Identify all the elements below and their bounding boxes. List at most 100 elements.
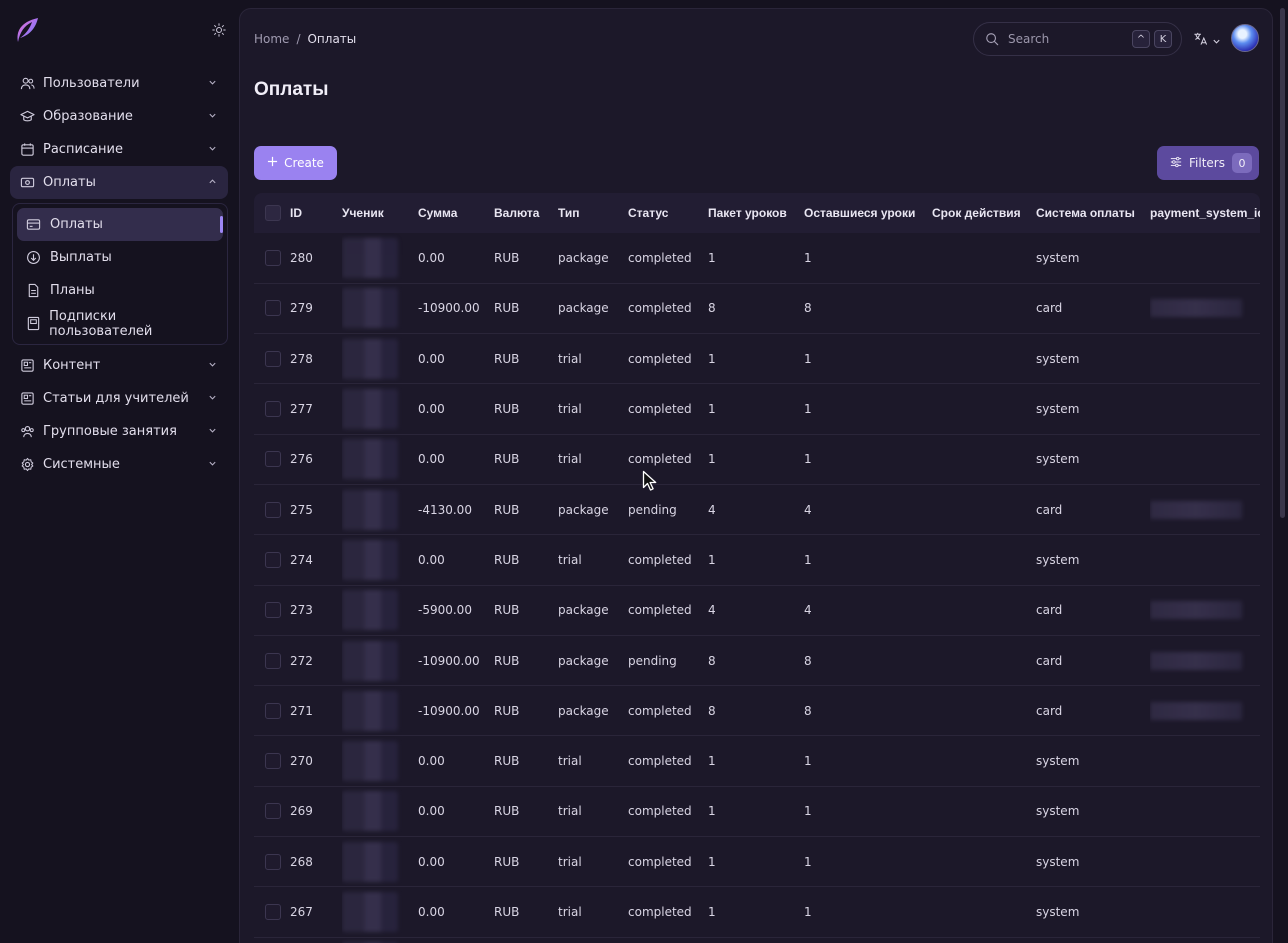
newspaper-icon <box>20 391 36 407</box>
cell-status: completed <box>628 804 692 819</box>
row-checkbox[interactable] <box>265 753 281 770</box>
table-row[interactable]: 276 0.00 RUB trial completed 1 1 system <box>254 434 1260 485</box>
language-switcher[interactable] <box>1193 31 1221 50</box>
cell-remaining: 1 <box>804 452 812 467</box>
table-row[interactable]: 267 0.00 RUB trial completed 1 1 system <box>254 887 1260 938</box>
table-row[interactable]: 271 -10900.00 RUB package completed 8 8 card <box>254 686 1260 736</box>
cell-status: completed <box>628 905 692 919</box>
sidebar-item-system[interactable]: Системные <box>10 448 228 481</box>
row-checkbox[interactable] <box>265 451 281 468</box>
chevron-down-icon <box>1212 31 1221 50</box>
table-row[interactable]: 278 0.00 RUB trial completed 1 1 system <box>254 334 1260 384</box>
row-checkbox[interactable] <box>265 501 281 518</box>
sidebar-subitem-payments[interactable]: Оплаты <box>17 208 223 241</box>
cell-payment-system: system <box>1036 402 1080 417</box>
cell-id: 272 <box>290 653 313 668</box>
column-header-type[interactable]: Тип <box>558 193 628 233</box>
column-header-student[interactable]: Ученик <box>342 193 418 233</box>
table-row[interactable]: 280 0.00 RUB package completed 1 1 system <box>254 233 1260 284</box>
column-header-package[interactable]: Пакет уроков <box>708 193 804 233</box>
table-row[interactable]: 272 -10900.00 RUB package pending 8 8 card <box>254 635 1260 686</box>
page-scrollbar[interactable] <box>1280 8 1285 518</box>
filters-button[interactable]: Filters 0 <box>1157 146 1259 180</box>
row-checkbox[interactable] <box>265 350 281 367</box>
main-panel: Home / Оплаты ^ K Оплаты Create Filters … <box>239 8 1273 943</box>
column-header-payment-system-id[interactable]: payment_system_id <box>1150 193 1260 233</box>
sidebar-item-schedule[interactable]: Расписание <box>10 133 228 166</box>
row-checkbox[interactable] <box>265 853 281 870</box>
cell-payment-system-id <box>1150 686 1260 736</box>
row-checkbox[interactable] <box>265 249 281 266</box>
cell-id: 277 <box>290 402 313 417</box>
cell-student <box>342 736 418 786</box>
chevron-down-icon <box>208 360 218 370</box>
sidebar-item-teacher-articles[interactable]: Статьи для учителей <box>10 382 228 415</box>
table-row[interactable]: 269 0.00 RUB trial completed 1 1 system <box>254 786 1260 837</box>
cell-currency: RUB <box>494 937 558 943</box>
sidebar-subitem-payouts[interactable]: Выплаты <box>17 241 223 274</box>
cell-status: completed <box>628 452 692 467</box>
cell-remaining: 1 <box>804 754 812 769</box>
column-header-status[interactable]: Статус <box>628 193 708 233</box>
cell-currency: RUB <box>494 452 520 467</box>
sidebar: Пользователи Образование Расписание Опла… <box>0 0 238 943</box>
row-checkbox[interactable] <box>265 904 281 920</box>
sidebar-subitem-label: Подписки пользователей <box>49 308 153 339</box>
row-checkbox[interactable] <box>265 652 281 669</box>
table-row[interactable]: 273 -5900.00 RUB package completed 4 4 card <box>254 585 1260 636</box>
cell-payment-system: card <box>1036 502 1063 517</box>
search-input[interactable] <box>1008 32 1128 46</box>
column-header-sum[interactable]: Сумма <box>418 193 494 233</box>
table-row[interactable]: 274 0.00 RUB trial completed 1 1 system <box>254 535 1260 586</box>
table-row[interactable]: 268 0.00 RUB trial completed 1 1 system <box>254 837 1260 887</box>
cell-expires <box>932 334 1036 384</box>
table-row[interactable]: 279 -10900.00 RUB package completed 8 8 card <box>254 283 1260 334</box>
column-header-payment-system[interactable]: Система оплаты <box>1036 193 1150 233</box>
cell-currency: RUB <box>494 703 520 718</box>
sidebar-item-users[interactable]: Пользователи <box>10 67 228 100</box>
row-checkbox[interactable] <box>265 551 281 568</box>
cell-type: trial <box>558 402 582 417</box>
row-checkbox[interactable] <box>265 401 281 418</box>
redacted-student-name <box>342 338 398 379</box>
shortcut-key-k: K <box>1154 30 1172 48</box>
cell-currency: RUB <box>494 301 520 316</box>
row-checkbox[interactable] <box>265 602 281 619</box>
sidebar-item-content[interactable]: Контент <box>10 349 228 382</box>
cell-student <box>342 233 418 283</box>
table-row[interactable]: 275 -4130.00 RUB package pending 4 4 card <box>254 484 1260 535</box>
table-row[interactable]: 2660.00RUBtrialcompleted11system <box>254 937 1260 943</box>
cell-expires <box>932 736 1036 786</box>
app-logo[interactable] <box>14 16 40 44</box>
sidebar-subitem-plans[interactable]: Планы <box>17 274 223 307</box>
row-checkbox[interactable] <box>265 702 281 719</box>
cell-remaining: 8 <box>804 703 812 718</box>
column-header-expires[interactable]: Срок действия <box>932 193 1036 233</box>
row-checkbox[interactable] <box>265 300 281 317</box>
search-box[interactable]: ^ K <box>973 22 1182 56</box>
cell-status: completed <box>628 250 692 265</box>
breadcrumb-home[interactable]: Home <box>254 32 289 46</box>
user-avatar[interactable] <box>1231 24 1259 52</box>
sidebar-subitem-subscriptions[interactable]: Подписки пользователей <box>17 307 223 340</box>
sidebar-item-group-lessons[interactable]: Групповые занятия <box>10 415 228 448</box>
row-checkbox[interactable] <box>265 803 281 820</box>
cell-payment-system: system <box>1036 351 1080 366</box>
sidebar-item-education[interactable]: Образование <box>10 100 228 133</box>
select-all-checkbox[interactable] <box>265 205 281 221</box>
column-header-remaining[interactable]: Оставшиеся уроки <box>804 193 932 233</box>
sun-icon[interactable] <box>212 22 230 40</box>
create-button[interactable]: Create <box>254 146 337 180</box>
column-header-currency[interactable]: Валюта <box>494 193 558 233</box>
cell-expires <box>932 837 1036 887</box>
table-row[interactable]: 277 0.00 RUB trial completed 1 1 system <box>254 384 1260 435</box>
cell-expires <box>932 283 1036 333</box>
page-title: Оплаты <box>254 79 329 100</box>
table-row[interactable]: 270 0.00 RUB trial completed 1 1 system <box>254 736 1260 787</box>
cell-type: trial <box>558 351 582 366</box>
column-header-id[interactable]: ID <box>290 193 342 233</box>
cell-payment-system: system <box>1036 552 1080 567</box>
redacted-student-name <box>342 791 398 832</box>
cell-remaining: 1 <box>804 552 812 567</box>
sidebar-item-payments[interactable]: Оплаты <box>10 166 228 199</box>
